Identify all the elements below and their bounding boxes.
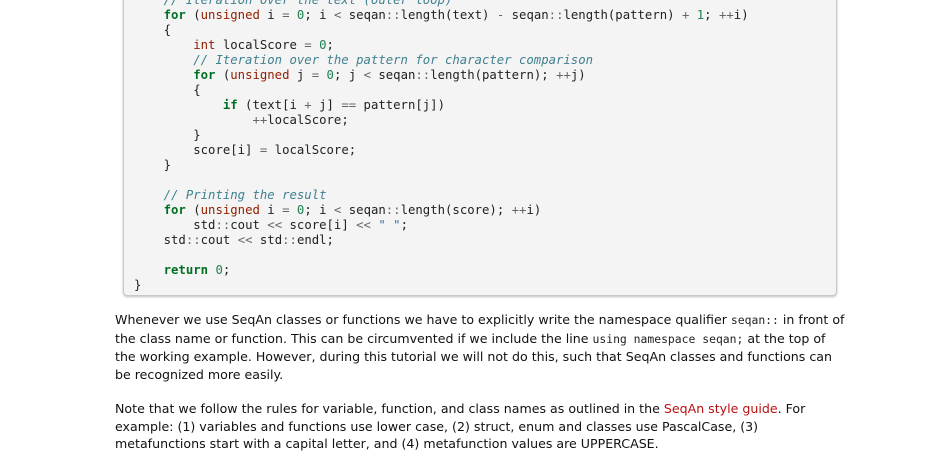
code-line: return 0; — [163, 263, 231, 277]
code-line: score[i] = localScore; — [193, 143, 357, 157]
namespace-paragraph: Whenever we use SeqAn classes or functio… — [115, 312, 845, 382]
code-line: } — [163, 158, 172, 172]
tutorial-text: Whenever we use SeqAn classes or functio… — [115, 311, 850, 470]
code-line: ++localScore; — [252, 113, 349, 127]
code-line: // Iteration over the text (outer loop) — [163, 0, 453, 7]
code-line: std::cout << std::endl; — [163, 233, 334, 247]
documentation-page: // Iteration over the text (outer loop) … — [0, 0, 946, 472]
code-line: } — [134, 278, 142, 292]
code-text: // Iteration over the text (outer loop) … — [134, 0, 749, 293]
code-line: // Iteration over the pattern for charac… — [193, 53, 594, 67]
inline-code-seqan-qualifier: seqan:: — [730, 313, 779, 327]
code-line: std::cout << score[i] << " "; — [193, 218, 408, 232]
code-line: int localScore = 0; — [193, 38, 334, 52]
code-line: if (text[i + j] == pattern[j]) — [222, 98, 445, 112]
code-line: { — [193, 83, 201, 97]
code-listing: // Iteration over the text (outer loop) … — [123, 0, 837, 296]
naming-rules-paragraph: Note that we follow the rules for variab… — [115, 401, 806, 451]
code-line: for (unsigned j = 0; j < seqan::length(p… — [193, 68, 586, 82]
code-line: } — [193, 128, 201, 142]
code-line: { — [163, 23, 172, 37]
code-line: // Printing the result — [163, 188, 327, 202]
code-line: for (unsigned i = 0; i < seqan::length(t… — [163, 8, 749, 22]
inline-code-using-namespace: using namespace seqan; — [592, 331, 744, 346]
style-guide-link[interactable]: SeqAn style guide — [664, 401, 778, 416]
code-line: for (unsigned i = 0; i < seqan::length(s… — [163, 203, 542, 217]
